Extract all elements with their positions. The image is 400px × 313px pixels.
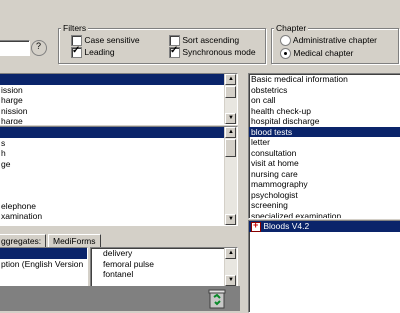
left-middle-scrollbar[interactable]: ▲ ▼ bbox=[224, 127, 237, 225]
list-item[interactable]: elephone bbox=[0, 201, 237, 212]
leading-checkbox[interactable]: Leading bbox=[71, 45, 115, 59]
list-item[interactable]: on call bbox=[249, 95, 400, 106]
search-help-button[interactable]: ? bbox=[31, 40, 47, 56]
list-item[interactable]: s bbox=[0, 138, 237, 149]
list-item[interactable]: health check-up bbox=[249, 106, 400, 117]
list-item[interactable]: ge bbox=[0, 159, 237, 170]
list-item[interactable]: ption (English Version bbox=[0, 259, 87, 270]
list-item[interactable]: nission bbox=[0, 106, 237, 117]
list-item[interactable] bbox=[0, 190, 237, 201]
list-item[interactable]: visit at home bbox=[249, 158, 400, 169]
list-item[interactable]: ission bbox=[0, 85, 237, 96]
list-item[interactable]: specialized examination bbox=[249, 211, 400, 219]
search-input[interactable] bbox=[0, 40, 30, 56]
list-item[interactable]: xamination bbox=[0, 211, 237, 222]
left-top-list[interactable]: ission harge nission harge ▲ ▼ bbox=[0, 73, 238, 125]
form-icon: + bbox=[251, 221, 261, 232]
list-item[interactable]: obstetrics bbox=[249, 85, 400, 96]
bottom-middle-scrollbar[interactable]: ▲ ▼ bbox=[224, 248, 237, 286]
medical-chapter-radio[interactable]: Medical chapter bbox=[280, 48, 353, 60]
list-item[interactable]: mammography bbox=[249, 179, 400, 190]
filters-group: Filters Case sensitive Leading Sort asce… bbox=[58, 23, 266, 64]
list-item[interactable] bbox=[0, 127, 237, 138]
help-icon: ? bbox=[36, 41, 42, 51]
sort-ascending-checkbox[interactable]: Sort ascending bbox=[169, 35, 239, 47]
list-item[interactable]: femoral pulse bbox=[101, 259, 237, 270]
right-list[interactable]: Basic medical information obstetrics on ca… bbox=[248, 73, 400, 219]
list-item[interactable]: harge bbox=[0, 95, 237, 106]
list-item[interactable]: Basic medical information bbox=[249, 74, 400, 85]
recycle-bin-icon[interactable] bbox=[207, 287, 227, 309]
chapter-group: Chapter Administrative chapter Medical c… bbox=[271, 23, 399, 64]
administrative-chapter-radio[interactable]: Administrative chapter bbox=[280, 35, 377, 47]
left-top-scrollbar[interactable]: ▲ ▼ bbox=[224, 74, 237, 124]
list-item[interactable]: h bbox=[0, 148, 237, 159]
list-item[interactable] bbox=[0, 74, 237, 85]
list-item[interactable]: delivery bbox=[101, 248, 237, 259]
list-item[interactable]: hospital discharge bbox=[249, 116, 400, 127]
bottom-left-list[interactable]: ption (English Version bbox=[0, 247, 88, 287]
tab-aggregates[interactable]: ggregates: bbox=[0, 234, 47, 247]
list-item[interactable] bbox=[0, 180, 237, 191]
left-middle-list[interactable]: s h ge elephone xamination ▲ ▼ bbox=[0, 126, 238, 226]
list-item[interactable]: psychologist bbox=[249, 190, 400, 201]
bottom-middle-list[interactable]: delivery femoral pulse fontanel ▲ ▼ bbox=[90, 247, 238, 287]
list-item[interactable]: blood tests bbox=[249, 126, 400, 137]
bottom-toolbar bbox=[0, 286, 240, 311]
list-item[interactable]: nursing care bbox=[249, 169, 400, 180]
list-item[interactable]: harge bbox=[0, 116, 237, 124]
list-item[interactable] bbox=[0, 248, 87, 259]
list-item[interactable]: screening bbox=[249, 200, 400, 211]
case-sensitive-checkbox[interactable]: Case sensitive bbox=[71, 35, 140, 47]
list-item[interactable] bbox=[0, 169, 237, 180]
synchronous-mode-checkbox[interactable]: Synchronous mode bbox=[169, 45, 256, 59]
list-item[interactable]: + Bloods V4.2 bbox=[249, 221, 400, 232]
list-item[interactable]: fontanel bbox=[101, 269, 237, 280]
tab-mediforms[interactable]: MediForms bbox=[48, 234, 101, 247]
list-item[interactable]: consultation bbox=[249, 148, 400, 159]
right-bottom-list[interactable]: + Bloods V4.2 bbox=[248, 220, 400, 313]
list-item[interactable]: letter bbox=[249, 137, 400, 148]
filters-legend: Filters bbox=[61, 23, 89, 33]
list-item[interactable] bbox=[0, 269, 87, 280]
chapter-legend: Chapter bbox=[274, 23, 309, 33]
